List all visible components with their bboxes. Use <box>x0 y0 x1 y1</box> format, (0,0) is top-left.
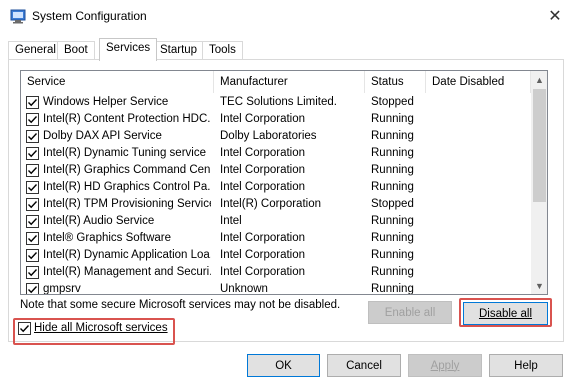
window-title: System Configuration <box>32 9 147 23</box>
column-header-status[interactable]: Status <box>365 71 426 93</box>
service-checkbox[interactable] <box>26 266 39 279</box>
service-manufacturer: Intel Corporation <box>220 249 306 261</box>
checkbox-checked-icon[interactable] <box>18 322 31 335</box>
scrollbar-thumb[interactable] <box>533 89 546 202</box>
service-manufacturer: Intel(R) Corporation <box>220 198 321 210</box>
column-header-service[interactable]: Service <box>21 71 214 93</box>
system-config-icon <box>10 8 26 24</box>
list-header: Service Manufacturer Status Date Disable… <box>21 71 531 93</box>
service-manufacturer: Intel Corporation <box>220 113 306 125</box>
apply-button[interactable]: Apply <box>408 354 482 377</box>
service-manufacturer: Intel Corporation <box>220 164 306 176</box>
close-button[interactable]: ✕ <box>540 4 570 28</box>
service-status: Running <box>371 283 414 295</box>
service-manufacturer: Unknown <box>220 283 268 295</box>
table-row[interactable]: Intel® Graphics Software Intel Corporatio… <box>21 230 531 247</box>
service-checkbox[interactable] <box>26 164 39 177</box>
service-status: Running <box>371 164 414 176</box>
table-row[interactable]: Intel(R) Audio Service Intel Running <box>21 213 531 230</box>
service-manufacturer: Intel Corporation <box>220 181 306 193</box>
service-name: Intel(R) Dynamic Application Loa... <box>43 249 211 261</box>
service-checkbox[interactable] <box>26 249 39 262</box>
service-name: Intel(R) Dynamic Tuning service <box>43 147 206 159</box>
scroll-down-icon[interactable]: ▼ <box>531 277 547 294</box>
services-list[interactable]: Service Manufacturer Status Date Disable… <box>20 70 548 295</box>
service-status: Running <box>371 181 414 193</box>
service-name: Intel(R) HD Graphics Control Pa... <box>43 181 211 193</box>
table-row[interactable]: Intel(R) HD Graphics Control Pa... Intel … <box>21 179 531 196</box>
service-status: Running <box>371 147 414 159</box>
service-name: Windows Helper Service <box>43 96 169 108</box>
service-manufacturer: Dolby Laboratories <box>220 130 317 142</box>
close-icon: ✕ <box>548 8 562 25</box>
list-rows: Windows Helper Service TEC Solutions Limi… <box>21 94 531 295</box>
table-row[interactable]: Intel(R) Graphics Command Cen... Intel Co… <box>21 162 531 179</box>
service-checkbox[interactable] <box>26 283 39 294</box>
service-status: Running <box>371 249 414 261</box>
service-status: Stopped <box>371 96 414 108</box>
table-row[interactable]: gmpsrv Unknown Running <box>21 281 531 295</box>
table-row[interactable]: Intel(R) Management and Securi... Intel C… <box>21 264 531 281</box>
service-name: Intel(R) Content Protection HDC... <box>43 113 211 125</box>
tab-services[interactable]: Services <box>99 38 158 61</box>
service-name: Intel® Graphics Software <box>43 232 171 244</box>
service-status: Running <box>371 266 414 278</box>
service-status: Stopped <box>371 198 414 210</box>
service-checkbox[interactable] <box>26 198 39 211</box>
service-checkbox[interactable] <box>26 113 39 126</box>
table-row[interactable]: Dolby DAX API Service Dolby Laboratories R… <box>21 128 531 145</box>
service-status: Running <box>371 232 414 244</box>
table-row[interactable]: Intel(R) Content Protection HDC... Intel … <box>21 111 531 128</box>
tab-boot[interactable]: Boot <box>57 41 95 60</box>
service-manufacturer: Intel Corporation <box>220 232 306 244</box>
table-row[interactable]: Intel(R) Dynamic Application Loa... Intel… <box>21 247 531 264</box>
tab-startup[interactable]: Startup <box>153 41 205 60</box>
service-status: Running <box>371 215 414 227</box>
scroll-up-icon[interactable]: ▲ <box>531 71 547 88</box>
service-manufacturer: TEC Solutions Limited. <box>220 96 337 108</box>
disable-all-button[interactable]: Disable all <box>463 302 548 325</box>
enable-all-button[interactable]: Enable all <box>368 301 452 324</box>
service-checkbox[interactable] <box>26 96 39 109</box>
service-checkbox[interactable] <box>26 181 39 194</box>
service-name: Intel(R) TPM Provisioning Service <box>43 198 211 210</box>
service-name: gmpsrv <box>43 283 81 295</box>
tab-general[interactable]: General <box>8 41 63 60</box>
column-header-date-disabled[interactable]: Date Disabled <box>426 71 531 93</box>
table-row[interactable]: Windows Helper Service TEC Solutions Limi… <box>21 94 531 111</box>
service-manufacturer: Intel Corporation <box>220 266 306 278</box>
tab-bar: General Boot Services Startup Tools <box>8 38 564 61</box>
hide-microsoft-services-label: Hide all Microsoft services <box>34 322 168 334</box>
cancel-button[interactable]: Cancel <box>327 354 401 377</box>
service-manufacturer: Intel Corporation <box>220 147 306 159</box>
ok-button[interactable]: OK <box>247 354 320 377</box>
service-status: Running <box>371 113 414 125</box>
service-name: Dolby DAX API Service <box>43 130 162 142</box>
service-checkbox[interactable] <box>26 147 39 160</box>
table-row[interactable]: Intel(R) TPM Provisioning Service Intel(R… <box>21 196 531 213</box>
secure-services-note: Note that some secure Microsoft services… <box>20 299 341 311</box>
title-bar: System Configuration ✕ <box>0 0 572 32</box>
table-row[interactable]: Intel(R) Dynamic Tuning service Intel Cor… <box>21 145 531 162</box>
service-manufacturer: Intel <box>220 215 242 227</box>
service-checkbox[interactable] <box>26 232 39 245</box>
service-status: Running <box>371 130 414 142</box>
tab-tools[interactable]: Tools <box>202 41 243 60</box>
vertical-scrollbar[interactable]: ▲ ▼ <box>531 71 547 294</box>
service-checkbox[interactable] <box>26 215 39 228</box>
help-button[interactable]: Help <box>489 354 563 377</box>
service-checkbox[interactable] <box>26 130 39 143</box>
column-header-manufacturer[interactable]: Manufacturer <box>214 71 365 93</box>
service-name: Intel(R) Audio Service <box>43 215 155 227</box>
service-name: Intel(R) Graphics Command Cen... <box>43 164 211 176</box>
service-name: Intel(R) Management and Securi... <box>43 266 211 278</box>
